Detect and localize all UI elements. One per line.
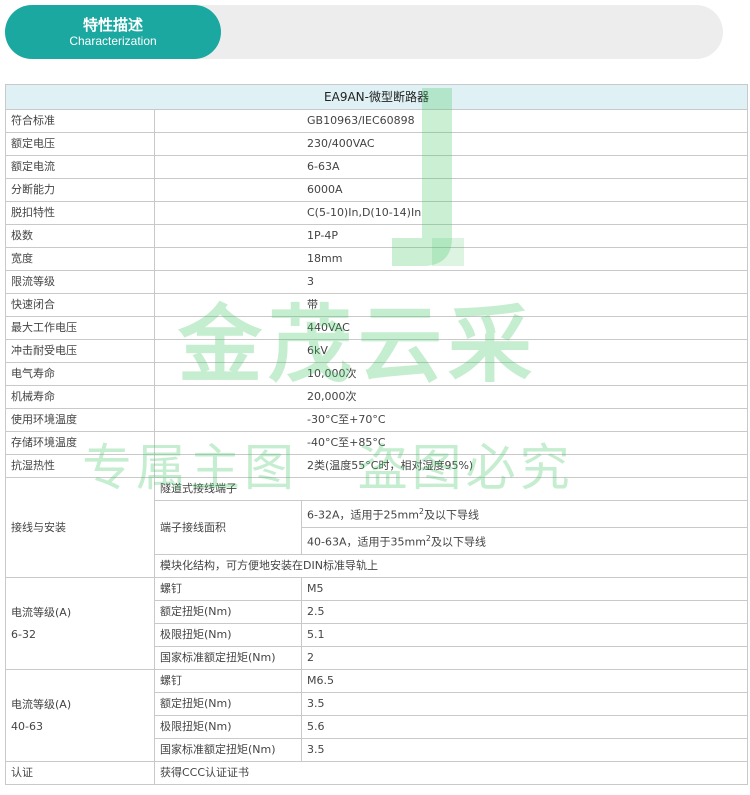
row-label: 机械寿命 xyxy=(5,385,155,409)
row-label: 脱扣特性 xyxy=(5,201,155,225)
table-row: 分断能力 6000A xyxy=(5,178,749,202)
group-1-label: 电流等级(A) 6-32 xyxy=(5,577,155,670)
row-label: 额定扭矩(Nm) xyxy=(154,692,302,716)
row-label: 快速闭合 xyxy=(5,293,155,317)
wiring-tunnel: 隧道式接线端子 xyxy=(153,477,749,501)
row-value: C(5-10)In,D(10-14)In xyxy=(153,201,749,225)
table-row: 抗湿热性 2类(温度55°C时，相对湿度95%) xyxy=(5,454,749,478)
row-label: 冲击耐受电压 xyxy=(5,339,155,363)
table-row: 使用环境温度 -30°C至+70°C xyxy=(5,408,749,432)
table-row: 符合标准 GB10963/IEC60898 xyxy=(5,109,749,133)
row-label: 分断能力 xyxy=(5,178,155,202)
section-title-cn: 特性描述 xyxy=(82,16,143,34)
row-label: 额定扭矩(Nm) xyxy=(154,600,302,624)
row-label: 存储环境温度 xyxy=(5,431,155,455)
table-row: 电流等级(A) 40-63 螺钉 M6.5 xyxy=(5,669,749,762)
row-value: 2.5 xyxy=(300,600,749,624)
row-label: 符合标准 xyxy=(5,109,155,133)
row-value: 6-63A xyxy=(153,155,749,179)
row-value: 20,000次 xyxy=(153,385,749,409)
row-value: GB10963/IEC60898 xyxy=(153,109,749,133)
row-label: 螺钉 xyxy=(154,669,302,693)
row-value: 2 xyxy=(300,646,749,670)
row-label: 极数 xyxy=(5,224,155,248)
row-value: 6000A xyxy=(153,178,749,202)
row-value: -30°C至+70°C xyxy=(153,408,749,432)
table-row: 脱扣特性 C(5-10)In,D(10-14)In xyxy=(5,201,749,225)
row-label: 极限扭矩(Nm) xyxy=(154,623,302,647)
row-label: 极限扭矩(Nm) xyxy=(154,715,302,739)
group-2-label: 电流等级(A) 40-63 xyxy=(5,669,155,762)
row-label: 电气寿命 xyxy=(5,362,155,386)
row-label: 抗湿热性 xyxy=(5,454,155,478)
table-row: 极数 1P-4P xyxy=(5,224,749,248)
wiring-area-1: 6-32A，适用于25mm2及以下导线 xyxy=(300,500,749,528)
row-label: 限流等级 xyxy=(5,270,155,294)
section-tab: 特性描述 Characterization xyxy=(5,5,221,59)
wiring-din: 模块化结构，可方便地安装在DIN标准导轨上 xyxy=(153,554,749,578)
table-row: 电流等级(A) 6-32 螺钉 M5 xyxy=(5,577,749,670)
row-label: 额定电流 xyxy=(5,155,155,179)
table-row: 宽度 18mm xyxy=(5,247,749,271)
row-label: 额定电压 xyxy=(5,132,155,156)
row-value: 3.5 xyxy=(300,738,749,762)
row-label: 宽度 xyxy=(5,247,155,271)
row-value: 6kV xyxy=(153,339,749,363)
row-value: 10,000次 xyxy=(153,362,749,386)
table-row: 认证 获得CCC认证证书 xyxy=(5,761,749,785)
table-row: 额定电流 6-63A xyxy=(5,155,749,179)
row-value: 5.1 xyxy=(300,623,749,647)
cert-value: 获得CCC认证证书 xyxy=(153,761,749,785)
row-label: 国家标准额定扭矩(Nm) xyxy=(154,646,302,670)
row-value: 1P-4P xyxy=(153,224,749,248)
row-value: 440VAC xyxy=(153,316,749,340)
table-row: 限流等级 3 xyxy=(5,270,749,294)
table-row: 快速闭合带 xyxy=(5,293,749,317)
row-label: 使用环境温度 xyxy=(5,408,155,432)
row-value: -40°C至+85°C xyxy=(153,431,749,455)
wiring-label: 接线与安装 xyxy=(5,477,155,578)
row-value: M5 xyxy=(300,577,749,601)
table-row: 电气寿命 10,000次 xyxy=(5,362,749,386)
table-row: 最大工作电压 440VAC xyxy=(5,316,749,340)
row-value: 2类(温度55°C时，相对湿度95%) xyxy=(153,454,749,478)
table-row: 冲击耐受电压 6kV xyxy=(5,339,749,363)
table-title: EA9AN-微型断路器 xyxy=(4,84,749,110)
wiring-area-label: 端子接线面积 xyxy=(154,500,302,555)
row-value: M6.5 xyxy=(300,669,749,693)
table-row: 额定电压 230/400VAC xyxy=(5,132,749,156)
row-value: 3.5 xyxy=(300,692,749,716)
wiring-area-2: 40-63A，适用于35mm2及以下导线 xyxy=(300,527,749,555)
spec-table: EA9AN-微型断路器 符合标准 GB10963/IEC60898 额定电压 230… xyxy=(4,84,749,785)
table-row: 接线与安装 隧道式接线端子 xyxy=(5,477,749,578)
row-value: 18mm xyxy=(153,247,749,271)
row-value: 3 xyxy=(153,270,749,294)
row-value: 230/400VAC xyxy=(153,132,749,156)
section-title-en: Characterization xyxy=(69,34,157,48)
row-label: 最大工作电压 xyxy=(5,316,155,340)
cert-label: 认证 xyxy=(5,761,155,785)
row-label: 螺钉 xyxy=(154,577,302,601)
row-value: 带 xyxy=(153,293,749,317)
row-value: 5.6 xyxy=(300,715,749,739)
table-row: 存储环境温度 -40°C至+85°C xyxy=(5,431,749,455)
row-label: 国家标准额定扭矩(Nm) xyxy=(154,738,302,762)
table-row: 机械寿命 20,000次 xyxy=(5,385,749,409)
